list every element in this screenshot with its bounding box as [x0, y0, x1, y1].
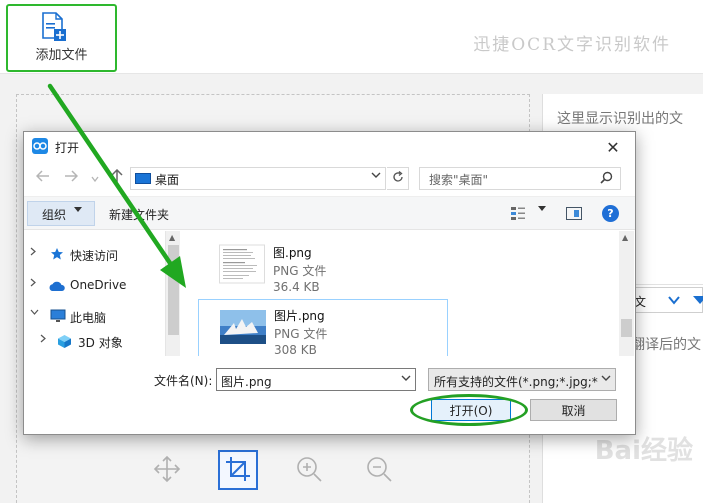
chevron-down-icon[interactable]	[538, 205, 546, 215]
chevron-down-icon	[91, 171, 99, 186]
chevron-down-icon	[601, 372, 611, 385]
close-button[interactable]: ✕	[601, 135, 625, 159]
add-document-icon	[40, 12, 68, 45]
close-icon: ✕	[606, 137, 620, 157]
swap-icon[interactable]	[693, 294, 703, 309]
chevron-down-icon[interactable]	[371, 171, 381, 182]
open-button-highlight	[410, 394, 528, 426]
move-icon	[153, 455, 181, 486]
image-tools	[140, 450, 420, 494]
nav-item-label: OneDrive	[70, 278, 127, 292]
scroll-up-icon[interactable]: ▲	[622, 233, 628, 242]
add-file-label: 添加文件	[35, 48, 88, 63]
chevron-right-icon[interactable]	[30, 247, 36, 259]
add-file-button[interactable]: 添加文件	[6, 4, 117, 72]
nav-item-quick-access[interactable]: 快速访问	[24, 243, 180, 265]
file-type: PNG 文件	[273, 264, 327, 278]
cancel-button[interactable]: 取消	[530, 399, 617, 421]
file-name-input[interactable]: 图片.png	[216, 368, 416, 391]
app-icon	[32, 138, 48, 154]
zoom-out-tool[interactable]	[359, 450, 399, 490]
cube-icon	[57, 334, 72, 352]
zoom-out-icon	[365, 455, 393, 486]
file-list-scrollbar[interactable]: ▲	[619, 231, 634, 356]
navigation-row: 桌面 搜索"桌面"	[24, 165, 635, 193]
file-name-label: 文件名(N):	[154, 374, 213, 388]
search-input[interactable]: 搜索"桌面"	[419, 167, 621, 190]
command-bar: 组织 新建文件夹 ?	[24, 196, 635, 230]
chevron-right-icon[interactable]	[30, 278, 36, 290]
file-type-value: 所有支持的文件(*.png;*.jpg;*.b	[434, 375, 599, 389]
file-item[interactable]: 图.png PNG 文件 36.4 KB	[198, 237, 448, 295]
computer-icon	[50, 309, 66, 326]
nav-item-label: 此电脑	[70, 311, 107, 325]
help-icon[interactable]: ?	[602, 205, 619, 222]
scroll-up-icon[interactable]: ▲	[169, 233, 175, 242]
open-file-dialog: 打开 ✕ 桌面 搜索"桌面" 组织 新建文件夹 ? 快速访问 OneDrive …	[23, 131, 636, 435]
up-button[interactable]	[108, 168, 126, 187]
view-options-icon[interactable]	[510, 206, 526, 223]
forward-button[interactable]	[62, 169, 80, 187]
chevron-down-icon[interactable]	[30, 308, 39, 318]
file-size: 36.4 KB	[273, 280, 320, 294]
address-bar[interactable]: 桌面	[130, 167, 386, 190]
file-name: 图片.png	[274, 309, 325, 323]
file-type-select[interactable]: 所有支持的文件(*.png;*.jpg;*.b	[428, 368, 616, 391]
zoom-in-tool[interactable]	[289, 450, 329, 490]
arrow-up-icon	[111, 168, 123, 187]
file-size: 308 KB	[274, 343, 317, 356]
arrow-right-icon	[64, 170, 79, 186]
document-thumbnail-icon	[219, 242, 265, 286]
file-name: 图.png	[273, 246, 312, 260]
new-folder-button[interactable]: 新建文件夹	[109, 206, 169, 223]
desktop-icon	[135, 173, 151, 184]
file-list: 图.png PNG 文件 36.4 KB 图片.png PNG 文件 308 K…	[181, 231, 621, 356]
cloud-icon	[48, 281, 66, 295]
file-type: PNG 文件	[274, 327, 328, 341]
arrow-left-icon	[35, 170, 50, 186]
chevron-down-icon[interactable]	[401, 372, 411, 385]
nav-item-this-pc[interactable]: 此电脑	[24, 305, 180, 327]
chevron-right-icon[interactable]	[40, 334, 46, 346]
organize-button[interactable]: 组织	[27, 201, 95, 226]
chevron-down-icon	[668, 294, 680, 308]
file-name-value: 图片.png	[221, 375, 272, 389]
search-placeholder: 搜索"桌面"	[429, 173, 489, 187]
file-item-selected[interactable]: 图片.png PNG 文件 308 KB	[198, 299, 448, 356]
scrollbar-thumb[interactable]	[168, 245, 179, 335]
crop-icon	[225, 456, 251, 485]
zoom-in-icon	[295, 455, 323, 486]
star-icon	[50, 247, 64, 264]
refresh-button[interactable]	[387, 167, 409, 190]
navigation-pane: 快速访问 OneDrive 此电脑 3D 对象	[24, 231, 180, 356]
navigation-scrollbar[interactable]: ▲	[165, 231, 180, 356]
nav-item-label: 3D 对象	[78, 336, 123, 350]
nav-item-label: 快速访问	[70, 249, 119, 263]
search-icon	[600, 171, 613, 187]
app-toolbar: 添加文件 迅捷OCR文字识别软件	[0, 0, 703, 74]
dialog-title: 打开	[55, 141, 80, 155]
dialog-titlebar[interactable]: 打开 ✕	[24, 132, 635, 162]
chevron-down-icon	[74, 206, 82, 216]
app-title: 迅捷OCR文字识别软件	[473, 35, 671, 55]
nav-item-3d-objects[interactable]: 3D 对象	[24, 330, 180, 352]
translation-hint: 翻译后的文	[631, 337, 701, 353]
organize-label: 组织	[42, 208, 67, 222]
move-tool[interactable]	[147, 450, 187, 490]
nav-item-onedrive[interactable]: OneDrive	[24, 274, 180, 296]
address-text: 桌面	[155, 173, 180, 187]
crop-tool[interactable]	[218, 450, 258, 490]
scrollbar-thumb[interactable]	[621, 319, 632, 337]
back-button[interactable]	[34, 169, 52, 187]
ocr-result-hint: 这里显示识别出的文	[557, 111, 683, 127]
refresh-icon	[392, 170, 404, 187]
watermark: Bai经验	[594, 436, 693, 466]
image-thumbnail-icon	[220, 305, 266, 349]
recent-locations-button[interactable]	[86, 169, 104, 187]
preview-pane-icon[interactable]	[566, 207, 582, 220]
